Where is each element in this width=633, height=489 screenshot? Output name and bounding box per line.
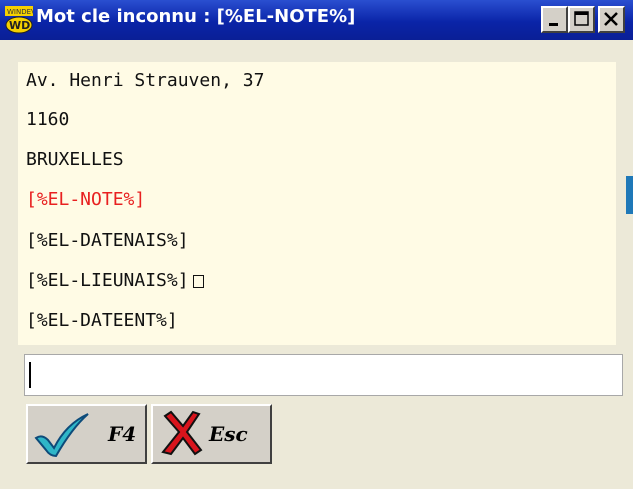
text-caret bbox=[29, 362, 31, 388]
cancel-button[interactable]: Esc bbox=[151, 404, 272, 464]
textarea-line-with-box: [%EL-LIEUNAIS%] bbox=[26, 262, 204, 299]
svg-text:WD: WD bbox=[9, 19, 30, 32]
textarea-line: [%EL-DATENAIS%] bbox=[26, 230, 189, 251]
wd-app-icon: WINDEV WD bbox=[5, 6, 33, 34]
title-bar[interactable]: WINDEV WD Mot cle inconnu : [%EL-NOTE%] bbox=[0, 0, 633, 40]
cancel-button-label: Esc bbox=[209, 422, 248, 446]
textarea-line: [%EL-DATEENT%] bbox=[26, 310, 178, 331]
red-x-icon bbox=[161, 410, 203, 456]
maximize-icon bbox=[574, 11, 589, 26]
unknown-char-box-icon bbox=[192, 274, 204, 288]
textarea-line: Av. Henri Strauven, 37 bbox=[26, 70, 265, 91]
close-icon bbox=[604, 12, 618, 26]
validate-button-label: F4 bbox=[108, 422, 137, 446]
maximize-button[interactable] bbox=[568, 6, 595, 33]
textarea-line: 1160 bbox=[26, 109, 70, 130]
window-title: Mot cle inconnu : [%EL-NOTE%] bbox=[36, 6, 356, 27]
keyword-input[interactable] bbox=[24, 354, 623, 396]
close-button[interactable] bbox=[598, 6, 625, 33]
textarea-line-text: [%EL-LIEUNAIS%] bbox=[26, 270, 189, 291]
svg-text:WINDEV: WINDEV bbox=[7, 8, 33, 16]
validate-button[interactable]: F4 bbox=[26, 404, 147, 464]
textarea-line-highlighted: [%EL-NOTE%] bbox=[26, 189, 146, 210]
checkmark-icon bbox=[34, 413, 89, 458]
address-textarea[interactable]: Av. Henri Strauven, 37 1160 BRUXELLES [%… bbox=[18, 62, 616, 345]
minimize-icon bbox=[549, 23, 558, 26]
scroll-indicator[interactable] bbox=[626, 176, 633, 214]
textarea-line: BRUXELLES bbox=[26, 149, 124, 170]
minimize-button[interactable] bbox=[541, 6, 568, 33]
